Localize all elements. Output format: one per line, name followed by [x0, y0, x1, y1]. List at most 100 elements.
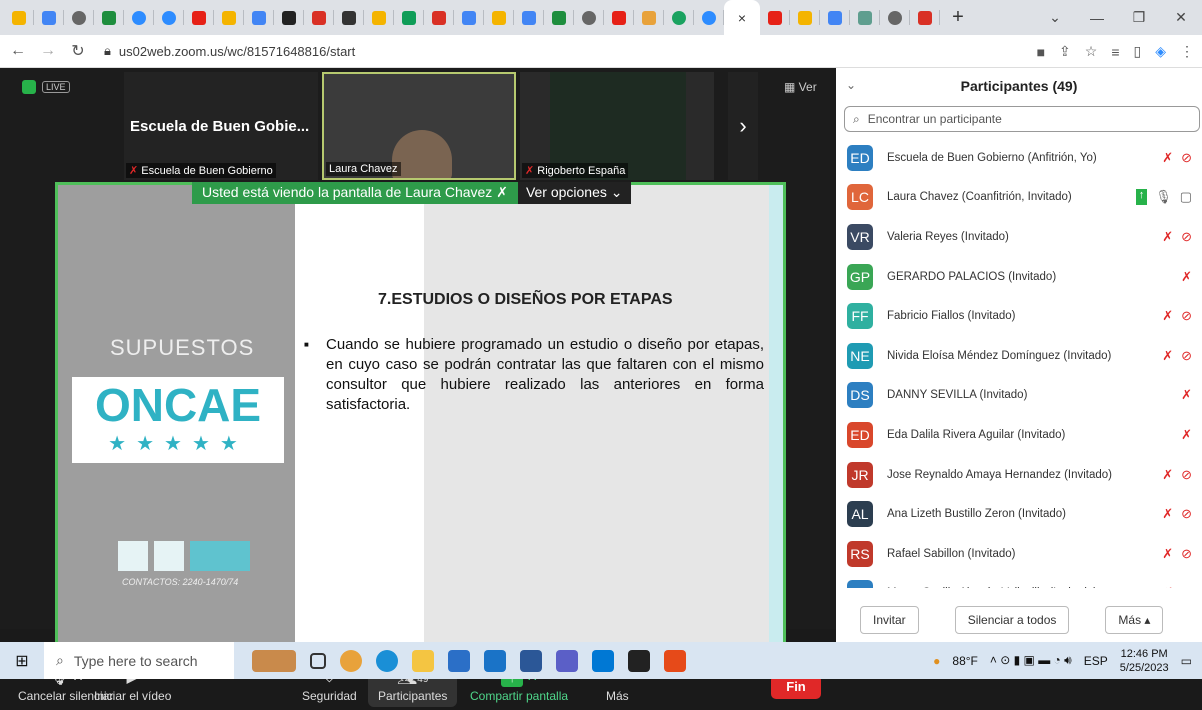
forward-arrow-icon[interactable]: → [36, 42, 60, 60]
participant-row[interactable]: GP GERARDO PALACIOS (Invitado) ✗ [836, 257, 1202, 297]
tab-active-zoom[interactable]: × [724, 0, 760, 35]
tab-drive[interactable] [484, 0, 514, 35]
tab-gmail[interactable] [910, 0, 940, 35]
weather-icon[interactable]: ● [933, 654, 940, 668]
avatar: NE [847, 342, 873, 369]
windows-start-icon[interactable]: ⊞ [0, 651, 44, 671]
language[interactable]: ESP [1084, 654, 1108, 668]
view-button[interactable]: ▦ Ver [784, 80, 817, 94]
tab-app[interactable] [634, 0, 664, 35]
tab-drive[interactable] [790, 0, 820, 35]
video-tile[interactable]: ✗ Rigoberto España [520, 72, 714, 180]
clock[interactable]: 12:46 PM 5/25/2023 [1120, 647, 1169, 675]
participant-row[interactable]: MC Mayra Cecilia Alemán Vallecillo (Invit… [836, 574, 1202, 588]
extension-icon[interactable]: ◈ [1155, 43, 1166, 60]
tab-drive[interactable] [364, 0, 394, 35]
terminal-icon[interactable] [628, 649, 650, 672]
close-window-icon[interactable]: ✕ [1160, 9, 1202, 26]
mail-icon[interactable] [484, 649, 506, 672]
url-field[interactable]: 🔒︎ us02web.zoom.us/wc/81571648816/start [104, 43, 355, 59]
mic-muted-icon: ✗ [1162, 506, 1174, 522]
star-icon[interactable]: ☆ [1085, 43, 1098, 60]
participant-row[interactable]: RS Rafael Sabillon (Invitado) ✗ ⊘ [836, 534, 1202, 574]
new-tab-button[interactable]: + [944, 6, 972, 29]
tab-web[interactable] [64, 0, 94, 35]
participant-status-icons: ✗ [1181, 427, 1192, 443]
chevron-down-icon[interactable]: ⌄ [1034, 9, 1076, 26]
app-icon[interactable] [664, 649, 686, 672]
word-icon[interactable] [520, 649, 542, 672]
slide-bullet: Cuando se hubiere programado un estudio … [304, 335, 764, 415]
mic-muted-icon: ✗ [492, 184, 508, 200]
menu-icon[interactable]: ⋮ [1180, 43, 1194, 60]
tab-zoom[interactable] [124, 0, 154, 35]
tab-youtube[interactable] [760, 0, 790, 35]
teams-icon[interactable] [556, 649, 578, 672]
video-tile[interactable]: Escuela de Buen Gobie... ✗ Escuela de Bu… [124, 72, 318, 180]
close-icon[interactable]: × [738, 10, 746, 26]
more-options-button[interactable]: Más ▴ [1105, 606, 1164, 634]
tab-zoom[interactable] [154, 0, 184, 35]
tab-app[interactable] [664, 0, 694, 35]
tab-docs[interactable] [34, 0, 64, 35]
sidepanel-icon[interactable]: ▯ [1134, 43, 1142, 60]
tab-drive[interactable] [4, 0, 34, 35]
file-explorer-icon[interactable] [412, 649, 434, 672]
participant-row[interactable]: AL Ana Lizeth Bustillo Zeron (Invitado) ✗ ⊘ [836, 494, 1202, 534]
tab-drive[interactable] [214, 0, 244, 35]
invite-button[interactable]: Invitar [860, 606, 919, 634]
participant-search-input[interactable]: ⌕ Encontrar un participante [844, 106, 1200, 132]
tab-youtube[interactable] [604, 0, 634, 35]
mute-all-button[interactable]: Silenciar a todos [954, 606, 1070, 634]
view-options-button[interactable]: Ver opciones ⌄ [517, 182, 631, 204]
minimize-icon[interactable]: — [1076, 10, 1118, 26]
participant-row[interactable]: FF Fabricio Fiallos (Invitado) ✗ ⊘ [836, 296, 1202, 336]
tab-youtube[interactable] [184, 0, 214, 35]
camera-icon[interactable]: ■ [1037, 44, 1045, 60]
participant-row[interactable]: DS DANNY SEVILLA (Invitado) ✗ [836, 376, 1202, 416]
tab-drive[interactable] [394, 0, 424, 35]
reload-icon[interactable]: ↻ [66, 41, 90, 61]
tray-icons[interactable]: ˄ ⊙ ▮ ▣ ▬ ◔ 🔊︎ [990, 653, 1072, 668]
tab-classroom[interactable] [94, 0, 124, 35]
back-arrow-icon[interactable]: ← [6, 42, 30, 60]
tab-docs[interactable] [514, 0, 544, 35]
tab-app[interactable] [850, 0, 880, 35]
taskbar-search[interactable]: ⌕ Type here to search [44, 642, 234, 679]
video-tile[interactable]: Laura Chavez [322, 72, 516, 180]
avatar: AL [847, 501, 873, 528]
playlist-icon[interactable]: ≡ [1111, 44, 1119, 60]
tab-zoom[interactable] [694, 0, 724, 35]
participant-name: GERARDO PALACIOS (Invitado) [887, 270, 1057, 283]
shield-icon[interactable] [22, 80, 36, 94]
tab-we[interactable] [334, 0, 364, 35]
chrome-icon[interactable] [340, 649, 362, 672]
participant-status-icons: ✗⊘ [1162, 308, 1192, 324]
participant-name: Jose Reynaldo Amaya Hernandez (Invitado) [887, 468, 1113, 481]
tab-classroom[interactable] [544, 0, 574, 35]
tab-gmail[interactable] [304, 0, 334, 35]
tab-app[interactable] [274, 0, 304, 35]
avatar: VR [847, 223, 873, 250]
share-icon[interactable]: ⇪ [1059, 43, 1071, 60]
notification-icon[interactable]: ▭ [1181, 654, 1192, 668]
tab-web[interactable] [574, 0, 604, 35]
tab-gmail[interactable] [424, 0, 454, 35]
tab-docs[interactable] [820, 0, 850, 35]
participant-row[interactable]: ED Eda Dalila Rivera Aguilar (Invitado) ✗ [836, 415, 1202, 455]
taskbar-app-icon[interactable] [252, 649, 296, 672]
tab-docs[interactable] [454, 0, 484, 35]
tab-docs[interactable] [244, 0, 274, 35]
participant-row[interactable]: JR Jose Reynaldo Amaya Hernandez (Invitad… [836, 455, 1202, 495]
task-view-icon[interactable] [310, 652, 326, 669]
participant-row[interactable]: ED Escuela de Buen Gobierno (Anfitrión, Y… [836, 138, 1202, 178]
edge-icon[interactable] [376, 649, 398, 672]
chevron-right-icon[interactable]: › [728, 72, 758, 180]
tab-web[interactable] [880, 0, 910, 35]
participant-row[interactable]: VR Valeria Reyes (Invitado) ✗ ⊘ [836, 217, 1202, 257]
participant-row[interactable]: NE Nivida Eloísa Méndez Domínguez (Invita… [836, 336, 1202, 376]
store-icon[interactable] [448, 649, 470, 672]
restore-icon[interactable]: ❐ [1118, 9, 1160, 26]
vscode-icon[interactable] [592, 649, 614, 672]
participant-row[interactable]: LC Laura Chavez (Coanfitrión, Invitado) ↑ 🎙… [836, 178, 1202, 218]
